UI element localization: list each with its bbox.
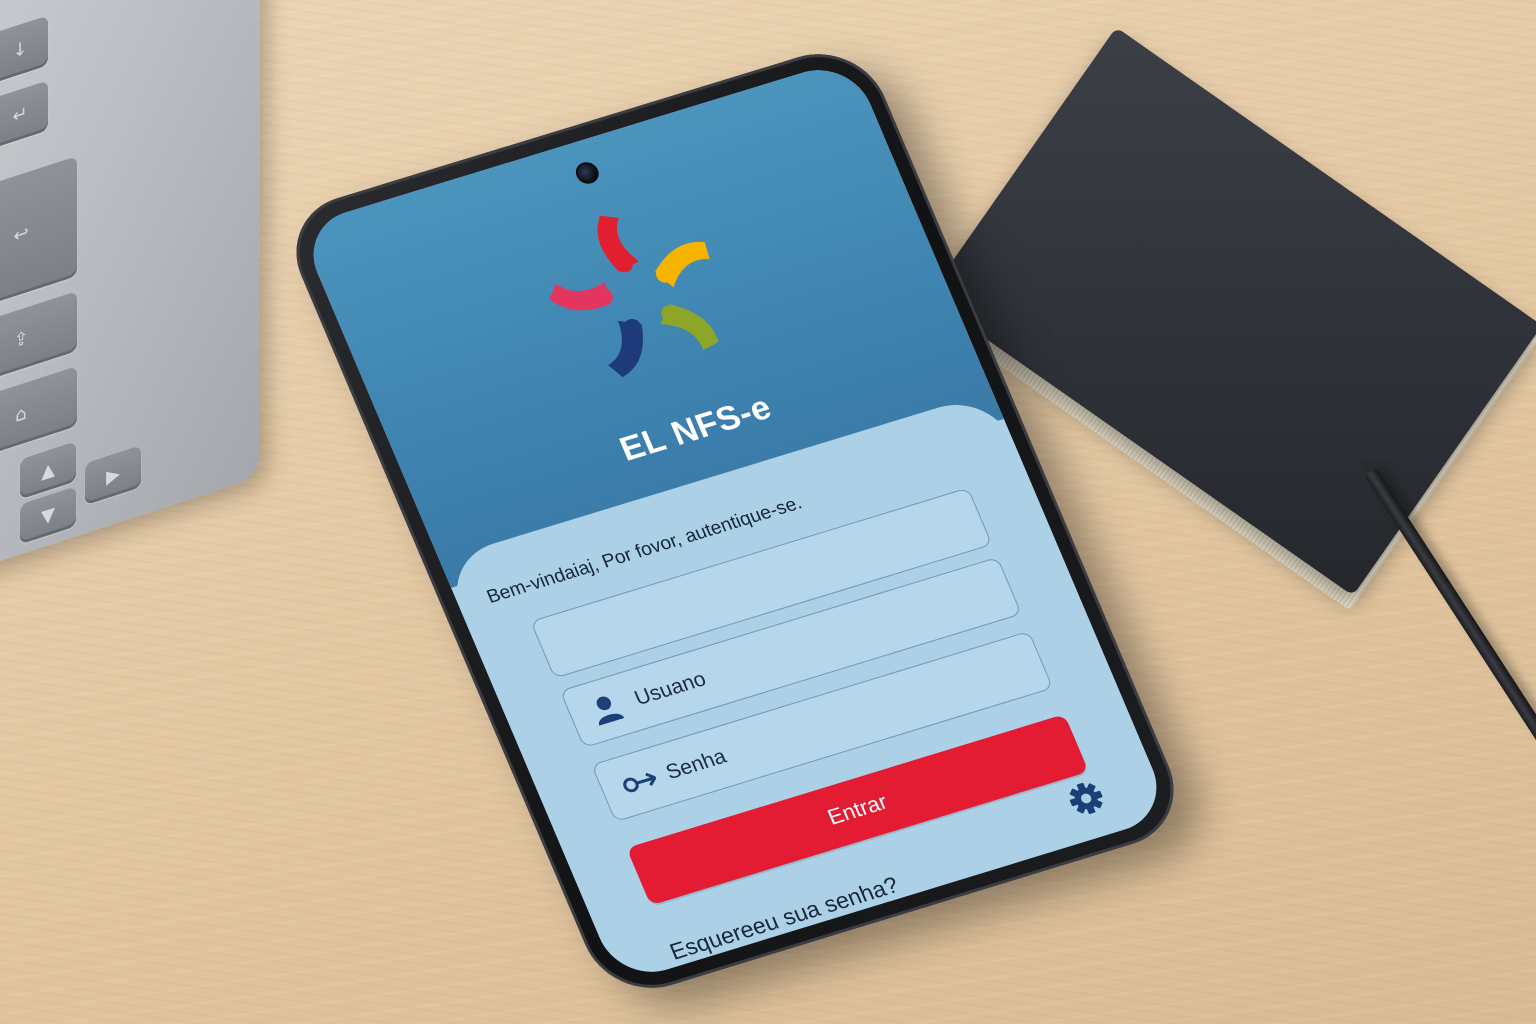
laptop-key: ↵ bbox=[0, 80, 48, 149]
username-placeholder: Usuano bbox=[631, 667, 710, 710]
laptop-key: ▶ bbox=[85, 445, 141, 506]
pen bbox=[1363, 466, 1536, 751]
key-icon bbox=[617, 763, 661, 801]
password-placeholder: Senha bbox=[662, 744, 730, 785]
app-logo bbox=[549, 215, 719, 378]
laptop: ↓ ↵ ↩ ↑ ⇪ ⌂ ▲ ▼ ▶ bbox=[0, 0, 260, 600]
laptop-key: ↩ bbox=[0, 155, 77, 313]
laptop-key: ↓ bbox=[0, 15, 48, 84]
user-icon bbox=[586, 689, 630, 727]
